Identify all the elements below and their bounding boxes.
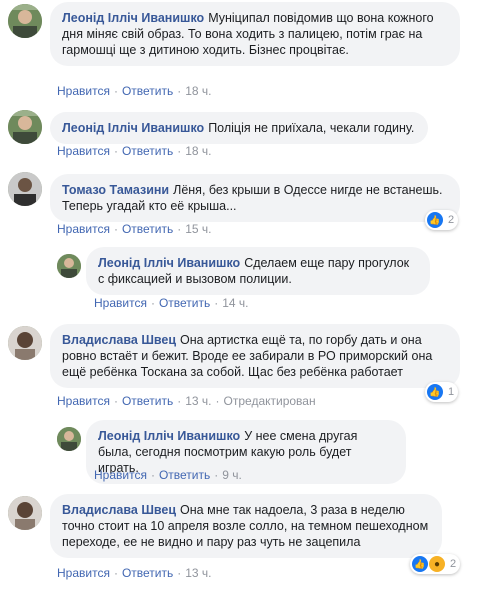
- comment-time[interactable]: 18 ч.: [185, 144, 211, 158]
- comment-time[interactable]: 18 ч.: [185, 84, 211, 98]
- comment-actions: Нравится · Ответить · 15 ч.: [57, 222, 212, 236]
- reactions-badge[interactable]: 👍 2: [425, 210, 459, 230]
- like-link[interactable]: Нравится: [57, 84, 110, 98]
- reply-link[interactable]: Ответить: [159, 296, 210, 310]
- like-link[interactable]: Нравится: [57, 394, 110, 408]
- comment-actions: Нравится · Ответить · 9 ч.: [94, 468, 242, 482]
- comment-actions: Нравится · Ответить · 14 ч.: [94, 296, 249, 310]
- reactions-badge[interactable]: 👍 1: [425, 382, 459, 402]
- comment-time[interactable]: 15 ч.: [185, 222, 211, 236]
- reaction-count: 1: [448, 386, 455, 398]
- comment-text: Поліція не приїхала, чекали годину.: [208, 121, 415, 135]
- comment-author[interactable]: Леонід Ілліч Иванишко: [98, 256, 240, 270]
- separator: ·: [177, 84, 182, 98]
- comment-bubble: Владислава Швец Она мне так надоела, 3 ра…: [50, 494, 442, 558]
- reaction-count: 2: [448, 214, 455, 226]
- separator: ·: [150, 296, 155, 310]
- avatar[interactable]: [57, 427, 81, 451]
- comment-author[interactable]: Леонід Ілліч Иванишко: [62, 11, 204, 25]
- reply-link[interactable]: Ответить: [122, 84, 173, 98]
- separator: ·: [215, 394, 220, 408]
- separator: ·: [113, 394, 118, 408]
- separator: ·: [113, 144, 118, 158]
- comment-bubble: Владислава Швец Она артистка ещё та, по г…: [50, 324, 460, 388]
- avatar[interactable]: [8, 326, 42, 360]
- separator: ·: [214, 296, 219, 310]
- separator: ·: [113, 566, 118, 580]
- like-icon: 👍: [412, 556, 428, 572]
- like-link[interactable]: Нравится: [94, 468, 147, 482]
- separator: ·: [150, 468, 155, 482]
- reply-link[interactable]: Ответить: [159, 468, 210, 482]
- comment-actions: Нравится · Ответить · 13 ч. · Отредактирован: [57, 394, 316, 408]
- comment-bubble: Леонід Ілліч Иванишко Поліція не приїхала…: [50, 112, 428, 144]
- comment-bubble: Леонід Ілліч Иванишко Муніципал повідомив…: [50, 2, 460, 66]
- avatar[interactable]: [8, 172, 42, 206]
- reactions-badge[interactable]: 👍 ● 2: [410, 554, 461, 574]
- like-link[interactable]: Нравится: [57, 566, 110, 580]
- separator: ·: [177, 394, 182, 408]
- comment-actions: Нравится · Ответить · 18 ч.: [57, 144, 212, 158]
- comment-author[interactable]: Томазо Тамазини: [62, 183, 169, 197]
- separator: ·: [113, 84, 118, 98]
- reaction-count: 2: [450, 558, 457, 570]
- reply-link[interactable]: Ответить: [122, 394, 173, 408]
- separator: ·: [177, 144, 182, 158]
- comment-time[interactable]: 13 ч.: [185, 394, 211, 408]
- like-icon: 👍: [427, 384, 443, 400]
- comment-bubble: Леонід Ілліч Иванишко Сделаем еще пару пр…: [86, 247, 430, 295]
- separator: ·: [214, 468, 219, 482]
- reply-link[interactable]: Ответить: [122, 566, 173, 580]
- comment-actions: Нравится · Ответить · 18 ч.: [57, 84, 212, 98]
- wow-icon: ●: [429, 556, 445, 572]
- separator: ·: [177, 566, 182, 580]
- separator: ·: [113, 222, 118, 236]
- comment-author[interactable]: Леонід Ілліч Иванишко: [98, 429, 240, 443]
- like-link[interactable]: Нравится: [94, 296, 147, 310]
- avatar[interactable]: [8, 4, 42, 38]
- edited-label[interactable]: Отредактирован: [224, 394, 316, 408]
- reply-link[interactable]: Ответить: [122, 222, 173, 236]
- avatar[interactable]: [57, 254, 81, 278]
- comment-actions: Нравится · Ответить · 13 ч.: [57, 566, 212, 580]
- comment-time[interactable]: 13 ч.: [185, 566, 211, 580]
- like-link[interactable]: Нравится: [57, 222, 110, 236]
- like-icon: 👍: [427, 212, 443, 228]
- comment-author[interactable]: Леонід Ілліч Иванишко: [62, 121, 204, 135]
- like-link[interactable]: Нравится: [57, 144, 110, 158]
- comment-author[interactable]: Владислава Швец: [62, 503, 176, 517]
- comment-author[interactable]: Владислава Швец: [62, 333, 176, 347]
- avatar[interactable]: [8, 110, 42, 144]
- separator: ·: [177, 222, 182, 236]
- avatar[interactable]: [8, 496, 42, 530]
- comment-time[interactable]: 9 ч.: [222, 468, 242, 482]
- comment-bubble: Томазо Тамазини Лёня, без крыши в Одессе …: [50, 174, 460, 222]
- comment-time[interactable]: 14 ч.: [222, 296, 248, 310]
- reply-link[interactable]: Ответить: [122, 144, 173, 158]
